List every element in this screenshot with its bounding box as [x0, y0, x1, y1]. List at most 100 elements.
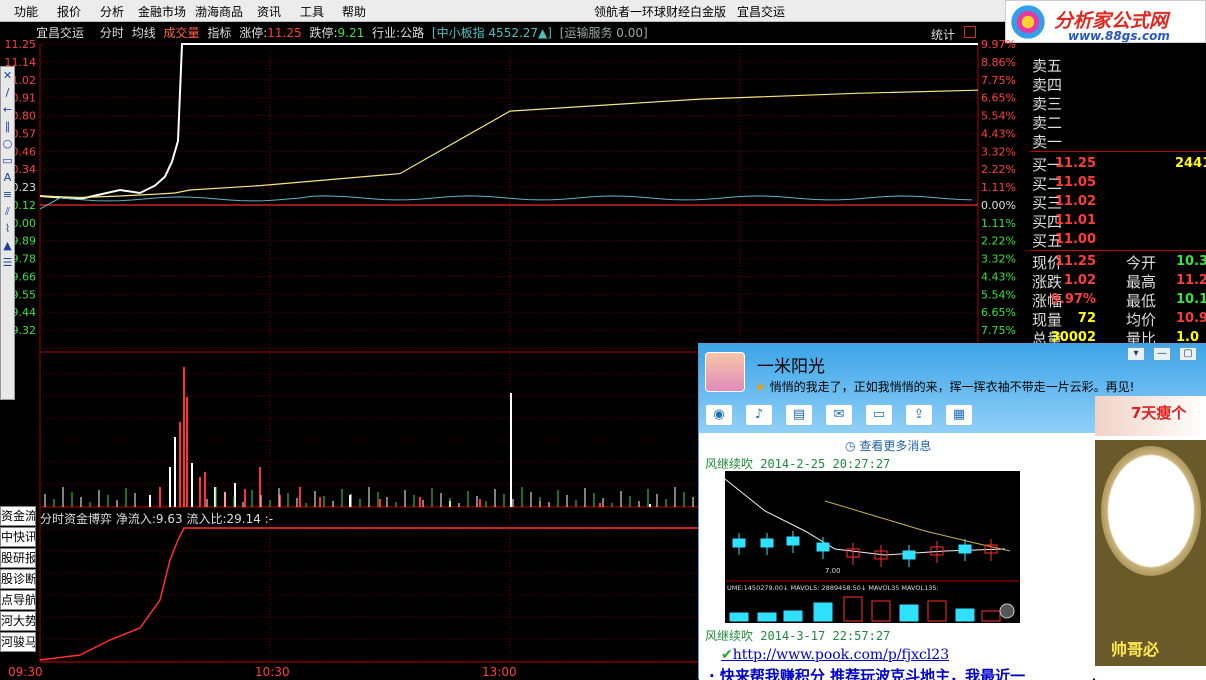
quote-panel: 卖五卖四卖三卖二卖一买一11.252441买二11.05买三11.02买四11.… [1030, 43, 1206, 348]
text-icon[interactable]: A [1, 169, 14, 186]
order-price: 11.00 [1054, 232, 1096, 247]
parallel-line-icon[interactable]: ∥ [1, 118, 14, 135]
header-tab-volume[interactable]: 成交量 [164, 26, 200, 40]
header-tab-indicator[interactable]: 指标 [207, 26, 231, 40]
channel-icon[interactable]: ⫽ [1, 203, 14, 220]
percent-tick-label: 6.65% [981, 306, 1016, 319]
maximize-icon[interactable]: ▢ [1179, 347, 1197, 361]
panel-toggle-icon[interactable] [964, 26, 976, 38]
circle-icon[interactable]: ○ [1, 135, 14, 152]
inflow-ratio-value: 29.14 [226, 512, 261, 526]
rect-icon[interactable]: ▭ [1, 152, 14, 169]
percent-tick-label: 1.11% [981, 217, 1016, 230]
message-icon[interactable]: ✉ [825, 404, 853, 426]
order-volume: 2441 [1175, 156, 1206, 171]
brand-logo: 分析家公式网 www.88gs.com [1005, 0, 1206, 43]
promo-text[interactable]: · 快来帮我赚积分 推荐玩波克斗地主，我最近一 [709, 665, 1025, 680]
screen-icon[interactable]: ▭ [865, 404, 893, 426]
minimize-icon[interactable]: — [1153, 347, 1171, 361]
percent-tick-label: 6.65% [981, 92, 1016, 105]
line-icon[interactable]: / [1, 84, 14, 101]
tab-fund-flow[interactable]: 资金流向 [0, 506, 36, 526]
voice-icon[interactable]: ♪ [745, 404, 773, 426]
tab-research[interactable]: 股研报 [0, 548, 36, 568]
order-row-sell[interactable]: 卖三 [1030, 93, 1206, 113]
video-icon[interactable]: ◉ [705, 404, 733, 426]
order-row-buy[interactable]: 买四 11.01 [1030, 211, 1206, 231]
order-row-sell[interactable]: 卖五 [1030, 55, 1206, 75]
stat-value: 72 [1077, 311, 1096, 326]
close-icon[interactable]: ✕ [1, 67, 14, 84]
percent-tick-label: 5.54% [981, 288, 1016, 301]
percent-tick-label: 4.43% [981, 270, 1016, 283]
apps-icon[interactable]: ▦ [945, 404, 973, 426]
stat-row: 涨跌 1.02 最高 11.2 [1030, 271, 1206, 291]
view-more-link[interactable]: ◷ 查看更多消息 [845, 437, 931, 454]
order-row-buy[interactable]: 买一11.252441 [1030, 154, 1206, 174]
chat-signature: ★ 悄悄的我走了，正如我悄悄的来，挥一挥衣袖不带走一片云彩。再见! [755, 378, 1134, 395]
stat-value: 10.9 [1176, 311, 1206, 326]
menu-icon[interactable]: ▾ [1127, 347, 1145, 361]
tab-top-stocks[interactable]: 河骏马 [0, 632, 36, 652]
order-price: 11.02 [1054, 194, 1096, 209]
tab-market-trend[interactable]: 河大势 [0, 611, 36, 631]
list-icon[interactable]: ☰ [1, 254, 14, 271]
order-row-sell[interactable]: 卖一 [1030, 131, 1206, 151]
chart-header: 宜昌交运 分时 均线 成交量 指标 涨停:11.25 跌停:9.21 行业:公路… [36, 24, 996, 42]
tab-diagnosis[interactable]: 股诊断 [0, 569, 36, 589]
tab-news-flash[interactable]: 中快讯 [0, 527, 36, 547]
industry-label: 行业:公路 [372, 26, 425, 40]
shared-kline-image[interactable]: 7.00 UME:1450279.00↓ MAVOL5: 2889458.50↓ … [725, 471, 1020, 623]
order-separator [1030, 151, 1206, 152]
shared-link[interactable]: ✔http://www.pook.com/p/fjxcl23 [721, 647, 949, 663]
order-row-sell[interactable]: 卖四 [1030, 74, 1206, 94]
stat-label: 涨跌 [1032, 273, 1063, 291]
order-row-buy[interactable]: 买五 11.00 [1030, 230, 1206, 250]
drawing-toolbar: ✕ / ← ∥ ○ ▭ A ≡ ⫽ ⌇ ▲ ☰ [0, 66, 15, 400]
index-quote[interactable]: [中小板指 4552.27▲] [432, 26, 552, 40]
header-tab-avg[interactable]: 均线 [132, 26, 156, 40]
image-volume-label: UME:1450279.00↓ MAVOL5: 2889458.50↓ MAVO… [727, 584, 939, 592]
sector-quote[interactable]: [运输服务 0.00] [560, 26, 648, 40]
share-icon[interactable]: ⇪ [905, 404, 933, 426]
stat-value: 11.2 [1176, 273, 1206, 288]
mark-icon[interactable]: ▲ [1, 237, 14, 254]
percent-tick-label: 2.22% [981, 235, 1016, 248]
watch-face-icon [1101, 446, 1201, 576]
image-volume-bar [757, 612, 777, 622]
header-tab-timeshare[interactable]: 分时 [100, 26, 124, 40]
tab-navigation[interactable]: 点导航 [0, 590, 36, 610]
price-line [39, 43, 978, 201]
fib-icon[interactable]: ≡ [1, 186, 14, 203]
funds-panel-header: 分时资金博弈 净流入:9.63 流入比:29.14 :- [40, 510, 273, 527]
star-icon: ★ [755, 380, 766, 394]
file-icon[interactable]: ▤ [785, 404, 813, 426]
order-row-buy[interactable]: 买二 11.05 [1030, 173, 1206, 193]
ad-banner[interactable]: 7天瘦个 帅哥必 [1095, 396, 1206, 680]
stat-value: 9.97% [1050, 292, 1096, 307]
stats-button[interactable]: 统计 [931, 26, 955, 43]
arrow-icon[interactable]: ← [1, 101, 14, 118]
avg-price-line [39, 89, 979, 199]
order-label: 卖一 [1032, 133, 1063, 151]
stat-label: 现量 [1032, 311, 1063, 329]
stat-value: 10.1 [1176, 292, 1206, 307]
time-tick-label: 10:30 [255, 665, 290, 679]
percent-tick-label: 0.00% [981, 199, 1016, 212]
inflow-ratio-label: 流入比: [186, 512, 227, 526]
order-row-sell[interactable]: 卖二 [1030, 112, 1206, 132]
image-volume-bar [981, 610, 1001, 622]
avatar[interactable] [705, 352, 745, 392]
stat-row: 现量 72 均价 10.9 [1030, 309, 1206, 329]
limit-up-value: 11.25 [267, 26, 302, 40]
message-header-2: 风继续吹 2014-3-17 22:57:27 [705, 629, 891, 643]
stat-row: 现价 11.25 今开 10.3 [1030, 252, 1206, 272]
percent-tick-label: 1.11% [981, 181, 1016, 194]
price-tick-label: 9.44 [12, 306, 37, 319]
cycle-icon[interactable]: ⌇ [1, 220, 14, 237]
clock-icon: ◷ [845, 439, 856, 453]
stat-value: 11.25 [1054, 254, 1096, 269]
order-label: 卖四 [1032, 76, 1063, 94]
stat-value: 10.3 [1176, 254, 1206, 269]
order-row-buy[interactable]: 买三 11.02 [1030, 192, 1206, 212]
